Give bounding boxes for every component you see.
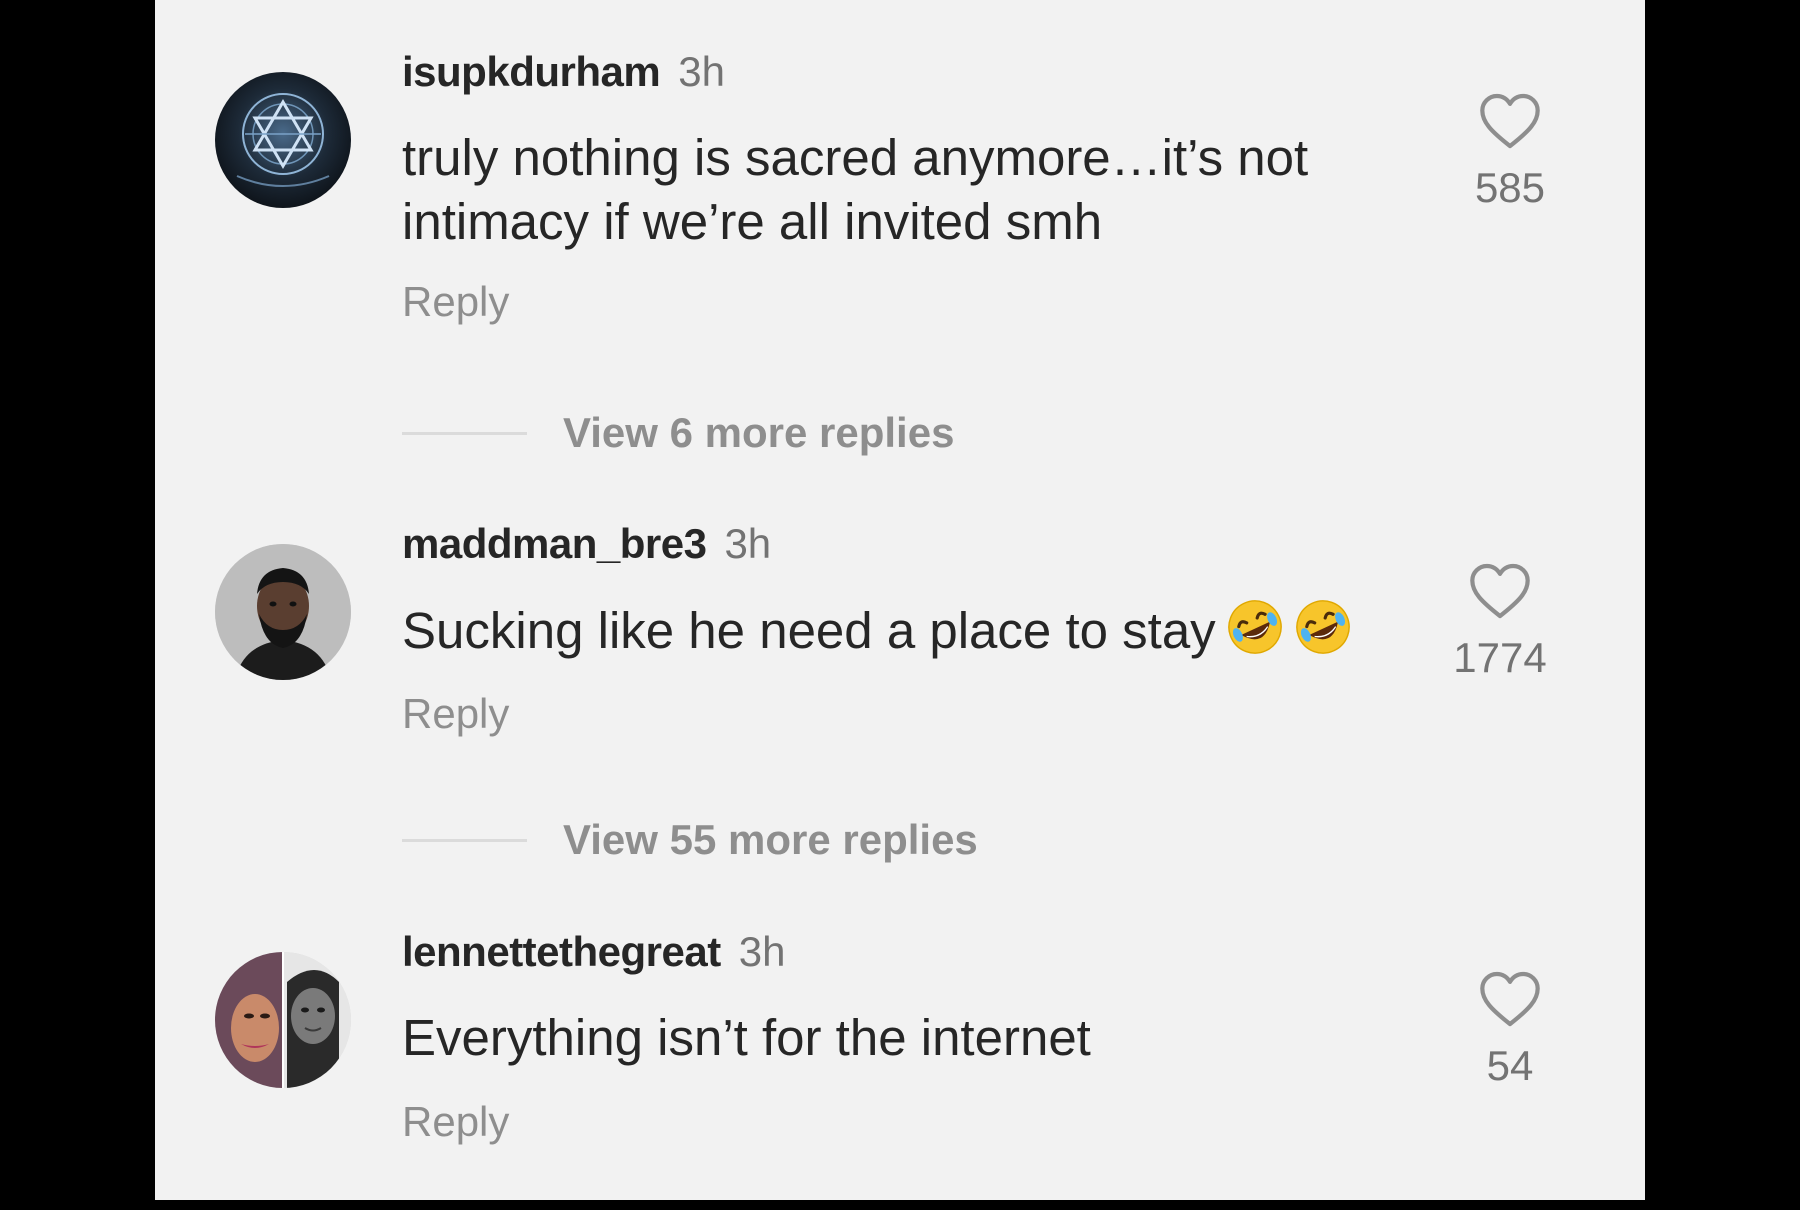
man-portrait-avatar-icon [215,544,351,680]
avatar[interactable] [215,544,351,680]
comment-meta: maddman_bre3 3h [402,520,771,568]
comment-item: maddman_bre3 3h Sucking like he need a pl… [155,472,1645,802]
reply-button[interactable]: Reply [402,690,509,738]
heart-icon[interactable] [1468,562,1532,620]
two-faces-avatar-icon [215,952,351,1088]
view-more-label: View 55 more replies [563,816,978,863]
username[interactable]: lennettethegreat [402,928,721,975]
comments-panel: isupkdurham 3h truly nothing is sacred an… [155,0,1645,1200]
view-more-replies-button[interactable]: View 6 more replies [402,408,954,458]
hexagram-logo-avatar-icon [215,72,351,208]
comment-text: truly nothing is sacred anymore…it’s not… [402,129,1309,250]
reply-button[interactable]: Reply [402,1098,509,1146]
comment-meta: isupkdurham 3h [402,48,725,96]
view-more-label: View 6 more replies [563,409,955,456]
like-count: 54 [1486,1042,1534,1089]
like-block: 585 [1450,92,1570,212]
comment-text-content: Sucking like he need a place to stay [402,602,1216,659]
divider-line [402,838,527,842]
comment-meta: lennettethegreat 3h [402,928,785,976]
timestamp: 3h [678,48,725,95]
comment-item: isupkdurham 3h truly nothing is sacred an… [155,0,1645,330]
reply-button[interactable]: Reply [402,278,509,326]
rolling-on-floor-laughing-icon [1294,598,1352,656]
like-count: 585 [1474,164,1546,211]
username[interactable]: isupkdurham [402,48,661,95]
avatar[interactable] [215,72,351,208]
like-count: 1774 [1453,634,1547,681]
timestamp: 3h [724,520,772,567]
heart-icon[interactable] [1478,92,1542,150]
comment-text: Sucking like he need a place to stay [402,598,1422,663]
heart-icon[interactable] [1478,970,1542,1028]
divider-line [402,431,527,435]
rolling-on-floor-laughing-icon [1226,598,1284,656]
like-block: 1774 [1440,562,1560,682]
username[interactable]: maddman_bre3 [402,520,707,567]
avatar[interactable] [215,952,351,1088]
view-more-replies-button[interactable]: View 55 more replies [402,815,978,865]
comment-item: lennettethegreat 3h Everything isn’t for … [155,880,1645,1210]
timestamp: 3h [738,928,786,975]
comment-text: Everything isn’t for the internet [402,1009,1091,1066]
like-block: 54 [1450,970,1570,1090]
